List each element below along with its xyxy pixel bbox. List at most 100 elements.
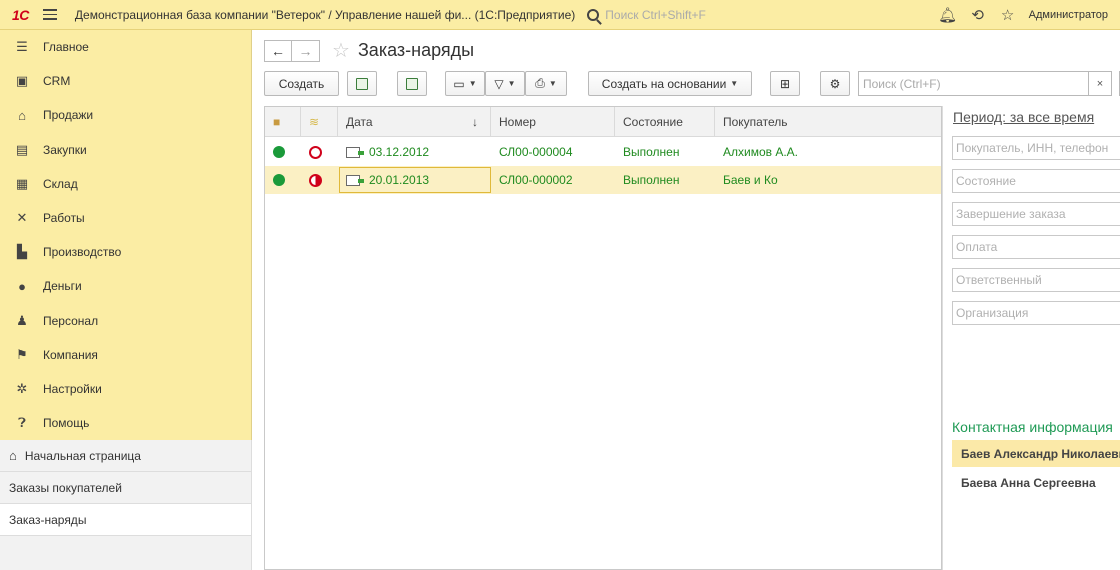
contact-card-icon: ▣ [15,73,29,89]
shipped-status-icon [273,146,285,158]
page-header: ← → ☆ Заказ-наряды [264,38,474,63]
settings-button[interactable]: ⚙ [820,71,850,96]
chevron-down-icon: ▼ [507,79,516,88]
gear-icon: ✲ [16,380,28,396]
print-button[interactable]: ⎙ ▼ [525,71,567,96]
main-area: ← → ☆ Заказ-наряды Создать ▭ ▼ ▽ ▼ ⎙ ▼ Созд… [252,30,1120,570]
hierarchy-icon: ⊞ [779,76,791,91]
sidebar-item-purchases[interactable]: ▤ Закупки [0,133,251,167]
filter-organization-field[interactable]: Организация [952,301,1120,325]
column-buyer[interactable]: Покупатель [715,107,941,137]
filter-payment-field[interactable]: Оплата [952,235,1120,259]
app-logo: 1С [12,6,29,23]
cart-icon: ▤ [15,141,29,157]
sidebar-item-settings[interactable]: ✲ Настройки [0,372,251,406]
row-status: Выполнен [623,145,680,159]
back-button[interactable]: ← [264,39,292,62]
nav-work-orders[interactable]: Заказ-наряды [0,504,251,536]
gear-icon: ⚙ [829,76,841,91]
row-number: СЛ00-000002 [499,173,573,187]
nav-customer-orders[interactable]: Заказы покупателей [0,472,251,504]
column-number[interactable]: Номер [491,107,615,137]
open-windows-panel: ⌂ Начальная страница Заказы покупателей З… [0,440,252,570]
document-posted-icon [346,174,364,186]
document-posted-icon [346,146,364,158]
global-search-placeholder: Поиск Ctrl+Shift+F [605,7,706,22]
shipped-status-icon [273,174,285,186]
coin-icon: ● [18,278,26,294]
sidebar: ☰ Главное ▣ CRM ⌂ Продажи ▤ Закупки ▦ Склад ✕… [0,30,252,440]
table-header: ■ ≋ Дата ↓ Номер Состояние Покупатель [265,107,941,137]
column-shipment[interactable]: ■ [265,107,301,137]
app-title: Демонстрационная база компании "Ветерок"… [74,7,576,22]
sidebar-item-main[interactable]: ☰ Главное [0,30,251,64]
favorite-star-icon[interactable]: ☆ [332,38,350,63]
add-document-button[interactable] [397,71,427,96]
filter-panel: Период: за все время Покупатель, ИНН, те… [942,106,1120,570]
partially-paid-status-icon [309,173,322,187]
people-icon: ♟ [16,312,28,328]
contact-info-title: Контактная информация [952,419,1113,435]
row-number: СЛ00-000004 [499,145,573,159]
filter-buyer-field[interactable]: Покупатель, ИНН, телефон [952,136,1120,160]
orders-table: ■ ≋ Дата ↓ Номер Состояние Покупатель 03.… [264,106,942,570]
filter-button[interactable]: ▽ ▼ [485,71,525,96]
period-link[interactable]: Период: за все время [953,109,1094,125]
row-date: 20.01.2013 [369,173,430,187]
tools-icon: ✕ [16,210,28,226]
sidebar-item-personnel[interactable]: ♟ Персонал [0,304,251,338]
row-date: 03.12.2012 [369,145,430,159]
page-title: Заказ-наряды [357,40,475,60]
contact-item[interactable]: Баев Александр Николаевич [952,440,1120,467]
favorites-star-icon[interactable]: ☆ [993,6,1023,24]
search-input[interactable]: Поиск (Ctrl+F) [858,71,1089,96]
sidebar-item-works[interactable]: ✕ Работы [0,201,251,235]
printer-icon: ⎙ [535,76,545,90]
nav-home[interactable]: ⌂ Начальная страница [0,440,251,472]
table-row-selected[interactable]: 20.01.2013 СЛ00-000002 Выполнен Баев и К… [265,166,941,194]
sidebar-item-money[interactable]: ● Деньги [0,269,251,303]
sidebar-item-production[interactable]: ▙ Производство [0,235,251,269]
sidebar-item-help[interactable]: ❓︎ Помощь [0,406,251,440]
row-buyer: Баев и Ко [723,173,778,187]
sort-down-icon: ↓ [472,115,478,129]
titlebar-actions: 🔔︎ ⟲ ☆ Администратор [933,0,1120,30]
create-based-on-button[interactable]: Создать на основании ▼ [588,71,752,96]
column-payment[interactable]: ≋ [301,107,338,137]
global-search[interactable]: Поиск Ctrl+Shift+F [587,8,706,22]
structure-button[interactable]: ⊞ [770,71,800,96]
unpaid-status-icon [309,145,322,159]
history-icon[interactable]: ⟲ [963,6,993,24]
create-button[interactable]: Создать [264,71,339,96]
copy-button[interactable] [347,71,377,96]
clear-search-button[interactable]: × [1089,71,1112,96]
main-menu-icon[interactable] [42,9,57,20]
sidebar-item-crm[interactable]: ▣ CRM [0,64,251,98]
chevron-down-icon: ▼ [468,79,477,88]
filter-completion-field[interactable]: Завершение заказа [952,202,1120,226]
column-date[interactable]: Дата ↓ [338,107,491,137]
forward-button[interactable]: → [292,39,320,62]
sidebar-item-warehouse[interactable]: ▦ Склад [0,167,251,201]
toolbar: Создать ▭ ▼ ▽ ▼ ⎙ ▼ Создать на основании ▼ ⊞… [264,71,1120,97]
table-row[interactable]: 03.12.2012 СЛ00-000004 Выполнен Алхимов … [265,138,941,166]
menu-lines-icon: ☰ [16,39,28,55]
user-name[interactable]: Администратор [1029,9,1108,21]
contact-item[interactable]: Баева Анна Сергеевна [952,469,1120,496]
sidebar-item-sales[interactable]: ⌂ Продажи [0,98,251,132]
sidebar-item-company[interactable]: ⚑ Компания [0,338,251,372]
column-status[interactable]: Состояние [615,107,715,137]
filter-responsible-field[interactable]: Ответственный [952,268,1120,292]
shop-icon: ⌂ [18,107,26,123]
filter-status-field[interactable]: Состояние [952,169,1120,193]
filter-icon: ▽ [494,76,504,91]
warehouse-icon: ▦ [15,175,29,191]
document-menu-button[interactable]: ▭ ▼ [445,71,485,96]
row-status: Выполнен [623,173,680,187]
box-icon: ■ [273,115,281,129]
document-icon: ▭ [453,76,465,91]
bell-icon[interactable]: 🔔︎ [933,6,963,24]
title-bar: 1С Демонстрационная база компании "Ветер… [0,0,1120,30]
add-document-icon [406,77,418,90]
search-icon [587,8,600,21]
